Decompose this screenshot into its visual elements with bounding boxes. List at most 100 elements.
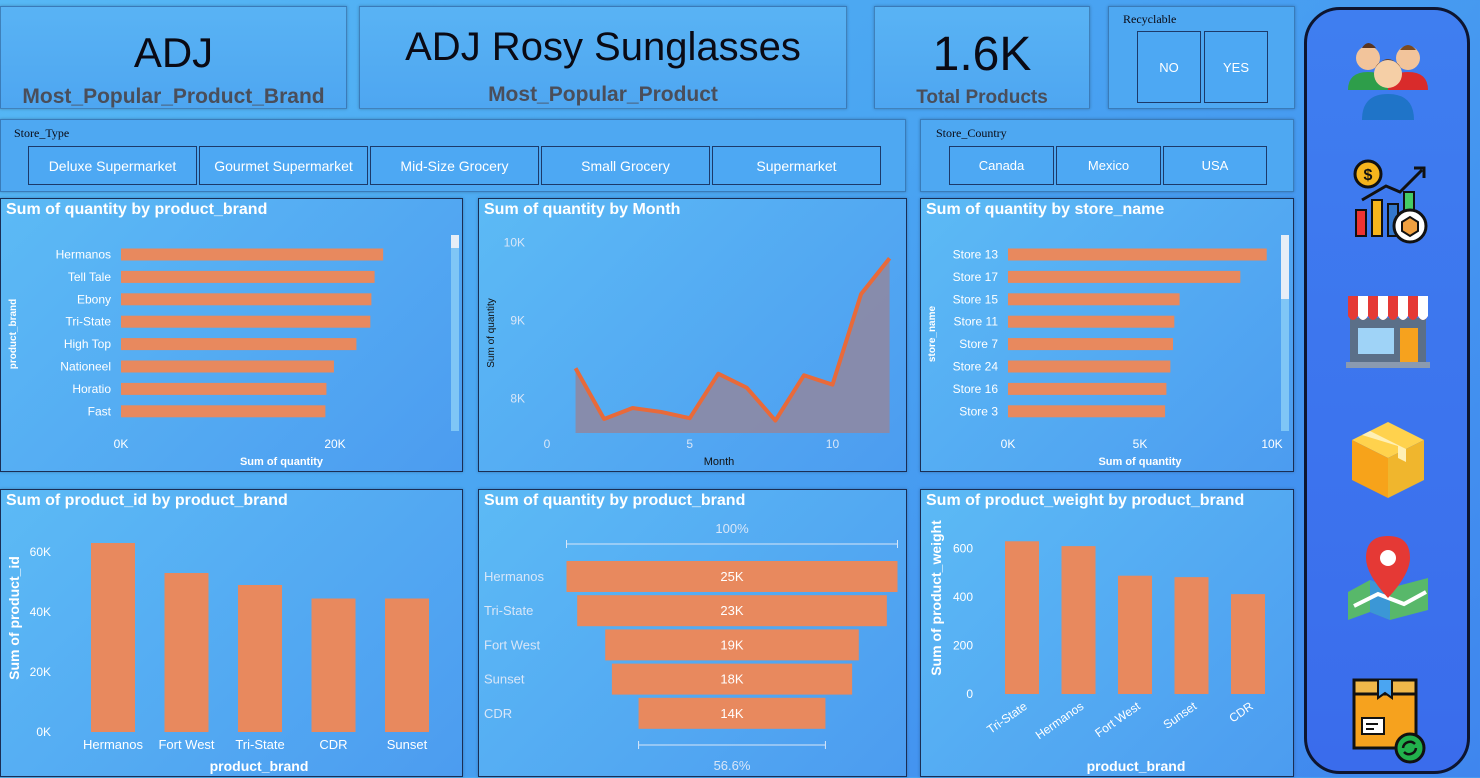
- funnel-category-label: Sunset: [484, 672, 525, 687]
- x-tick-label: 10: [826, 437, 840, 451]
- y-tick-label: 200: [953, 639, 973, 653]
- category-label: Nationeel: [60, 360, 111, 374]
- store-country-title: Store_Country: [936, 126, 1007, 140]
- x-tick-label: 20K: [324, 437, 345, 451]
- svg-text:$: $: [1364, 167, 1373, 184]
- x-axis-label: product_brand: [1087, 758, 1186, 774]
- store-country-usa-button[interactable]: USA: [1163, 146, 1267, 185]
- bar: [311, 598, 356, 732]
- store-type-supermarket-button[interactable]: Supermarket: [712, 146, 881, 185]
- recyclable-yes-button[interactable]: YES: [1204, 31, 1268, 103]
- x-tick-label: 5K: [1133, 437, 1148, 451]
- x-tick-label: 0K: [1001, 437, 1016, 451]
- bar: [121, 338, 357, 351]
- category-label: Fort West: [158, 737, 214, 752]
- bar: [1174, 577, 1209, 694]
- recyclable-title: Recyclable: [1123, 12, 1177, 26]
- funnel-bottom-bracket: [638, 741, 826, 749]
- scrollbar-track: [451, 235, 459, 431]
- scrollbar-thumb: [451, 235, 459, 248]
- qty-by-brand-chart: Hermanos Tell Tale Ebony Tri-State High Top N…: [8, 235, 459, 468]
- store-type-small-button[interactable]: Small Grocery: [541, 146, 710, 185]
- y-tick-label: 0: [966, 687, 973, 701]
- category-label: Store 11: [954, 315, 999, 329]
- bar: [164, 573, 209, 732]
- funnel-value-label: 23K: [720, 603, 743, 618]
- category-label: Store 17: [953, 270, 999, 284]
- funnel-value-label: 19K: [720, 637, 743, 652]
- bar: [121, 270, 375, 283]
- bar: [121, 315, 371, 328]
- store-type-gourmet-button[interactable]: Gourmet Supermarket: [199, 146, 368, 185]
- sales-chart-icon[interactable]: $: [1340, 152, 1436, 248]
- category-label: Fast: [88, 404, 112, 418]
- store-country-mexico-button[interactable]: Mexico: [1056, 146, 1161, 185]
- y-axis-label: store_name: [927, 305, 938, 362]
- category-label: Tri-State: [984, 699, 1030, 737]
- category-label: Hermanos: [56, 248, 111, 262]
- category-label: Fort West: [1092, 699, 1143, 741]
- category-label: Store 15: [953, 292, 999, 306]
- category-label: Store 24: [953, 360, 999, 374]
- store-type-slicer: Store_Type Deluxe Supermarket Gourmet Su…: [0, 119, 906, 192]
- store-icon[interactable]: [1340, 282, 1436, 378]
- bar: [1008, 405, 1166, 418]
- chart-card-pid-by-brand: Sum of product_id by product_brand Herma…: [0, 489, 463, 777]
- category-label: Tell Tale: [68, 270, 111, 284]
- category-label: High Top: [64, 337, 111, 351]
- funnel-value-label: 18K: [720, 672, 743, 687]
- store-country-canada-button[interactable]: Canada: [949, 146, 1054, 185]
- funnel-category-label: Hermanos: [484, 569, 544, 584]
- kpi-card-brand: ADJ Most_Popular_Product_Brand: [0, 6, 347, 109]
- qty-by-month-chart: 8K 9K 10K 0 5 10 Month Sum of quantity: [486, 236, 892, 468]
- map-pin-icon[interactable]: [1340, 530, 1436, 626]
- category-label: Store 3: [959, 404, 998, 418]
- y-tick-label: 40K: [30, 605, 51, 619]
- funnel-category-label: Fort West: [484, 637, 540, 652]
- store-type-deluxe-button[interactable]: Deluxe Supermarket: [28, 146, 197, 185]
- product-box-icon[interactable]: [1340, 410, 1436, 506]
- x-tick-label: 0: [544, 437, 551, 451]
- category-label: CDR: [1226, 699, 1256, 726]
- category-label: CDR: [319, 737, 347, 752]
- chart-card-qty-by-month: Sum of quantity by Month 8K 9K 10K 0 5 10 Mont…: [478, 198, 907, 472]
- weight-by-brand-chart: Tri-State Hermanos Fort West Sunset CDR 0 200 4…: [928, 520, 1265, 774]
- qty-funnel-chart: 100% 25K Hermanos 23K Tri-State 19K Fort West 1…: [484, 521, 898, 773]
- bar: [1008, 270, 1241, 283]
- x-tick-label: 10K: [1261, 437, 1282, 451]
- store-type-title: Store_Type: [14, 126, 70, 140]
- bar: [121, 405, 326, 418]
- delivery-box-icon[interactable]: [1340, 670, 1436, 766]
- y-tick-label: 10K: [504, 236, 525, 250]
- y-tick-label: 0K: [36, 725, 51, 739]
- users-icon[interactable]: [1340, 28, 1436, 124]
- category-label: Store 13: [953, 248, 999, 262]
- y-tick-label: 8K: [510, 392, 525, 406]
- bar: [1008, 338, 1173, 351]
- nav-panel: $: [1304, 7, 1470, 774]
- recyclable-no-button[interactable]: NO: [1137, 31, 1201, 103]
- category-label: Tri-State: [235, 737, 284, 752]
- chart-card-qty-by-brand: Sum of quantity by product_brand Hermano…: [0, 198, 463, 472]
- bar: [1061, 546, 1096, 694]
- bar: [1008, 315, 1175, 328]
- funnel-category-label: Tri-State: [484, 603, 533, 618]
- y-axis-label: product_brand: [8, 299, 19, 370]
- funnel-value-label: 25K: [720, 569, 743, 584]
- bar: [1008, 248, 1267, 261]
- bar: [121, 382, 327, 395]
- x-axis-label: Sum of quantity: [240, 456, 324, 468]
- x-axis-label: product_brand: [210, 758, 309, 774]
- kpi-total-value: 1.6K: [932, 28, 1032, 81]
- kpi-product-value: ADJ Rosy Sunglasses: [405, 25, 801, 69]
- funnel-top-bracket: [566, 540, 898, 548]
- bar: [1118, 575, 1152, 694]
- chart-card-qty-by-store: Sum of quantity by store_name Store 13 St…: [920, 198, 1294, 472]
- bar: [238, 585, 282, 732]
- bar: [1231, 594, 1265, 694]
- y-tick-label: 400: [953, 590, 973, 604]
- chart-card-weight-by-brand: Sum of product_weight by product_brand T…: [920, 489, 1294, 777]
- store-type-midsize-button[interactable]: Mid-Size Grocery: [370, 146, 539, 185]
- y-tick-label: 60K: [30, 545, 51, 559]
- x-axis-label: Sum of quantity: [1098, 456, 1182, 468]
